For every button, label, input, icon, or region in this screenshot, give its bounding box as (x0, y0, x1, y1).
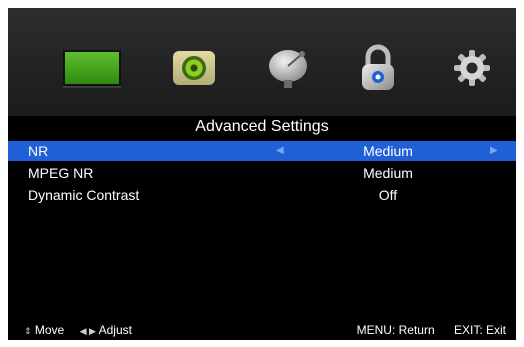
menu-category-bar (8, 8, 516, 116)
row-value: Off (378, 187, 398, 203)
menu-row-nr[interactable]: NR ◀ Medium ▶ (8, 141, 516, 161)
lock-menu-tab[interactable] (342, 38, 414, 98)
picture-menu-tab[interactable] (56, 38, 128, 98)
row-label: Dynamic Contrast (28, 187, 140, 203)
padlock-icon (362, 44, 394, 90)
menu-title: Advanced Settings (195, 118, 329, 135)
speaker-cone (182, 56, 206, 80)
row-value: Medium (363, 143, 413, 159)
left-arrow-icon[interactable]: ◀ (276, 141, 284, 161)
right-arrow-icon[interactable]: ▶ (490, 141, 498, 161)
exit-hint: EXIT: Exit (453, 323, 506, 337)
menu-row-dynamic-contrast[interactable]: Dynamic Contrast Off (8, 185, 516, 205)
help-left-group: ⇕ Move ◀ ▶ Adjust (24, 321, 132, 340)
move-hint: Move (34, 323, 65, 337)
adjust-hint: Adjust (98, 323, 132, 337)
menu-row-mpeg-nr[interactable]: MPEG NR Medium (8, 163, 516, 183)
menu-return-hint: MENU: Return (356, 323, 435, 337)
help-right-group: MENU: Return EXIT: Exit (357, 321, 506, 340)
row-value: Medium (363, 165, 413, 181)
row-label: MPEG NR (28, 165, 94, 181)
help-bar: ⇕ Move ◀ ▶ Adjust MENU: Return EXIT: Exi… (8, 321, 516, 340)
satellite-dish-icon (269, 50, 307, 88)
sound-menu-tab[interactable] (158, 38, 230, 98)
speaker-icon (173, 51, 215, 85)
channel-menu-tab[interactable] (254, 38, 326, 98)
tv-icon (63, 50, 121, 86)
up-down-arrows-icon: ⇕ (24, 326, 32, 336)
tv-osd-screen: Advanced Settings NR ◀ Medium ▶ MPEG NR … (8, 8, 516, 340)
left-right-arrows-icon: ◀ ▶ (79, 326, 96, 336)
gear-icon (454, 50, 490, 86)
row-label: NR (28, 143, 49, 159)
setup-menu-tab[interactable] (436, 38, 508, 98)
